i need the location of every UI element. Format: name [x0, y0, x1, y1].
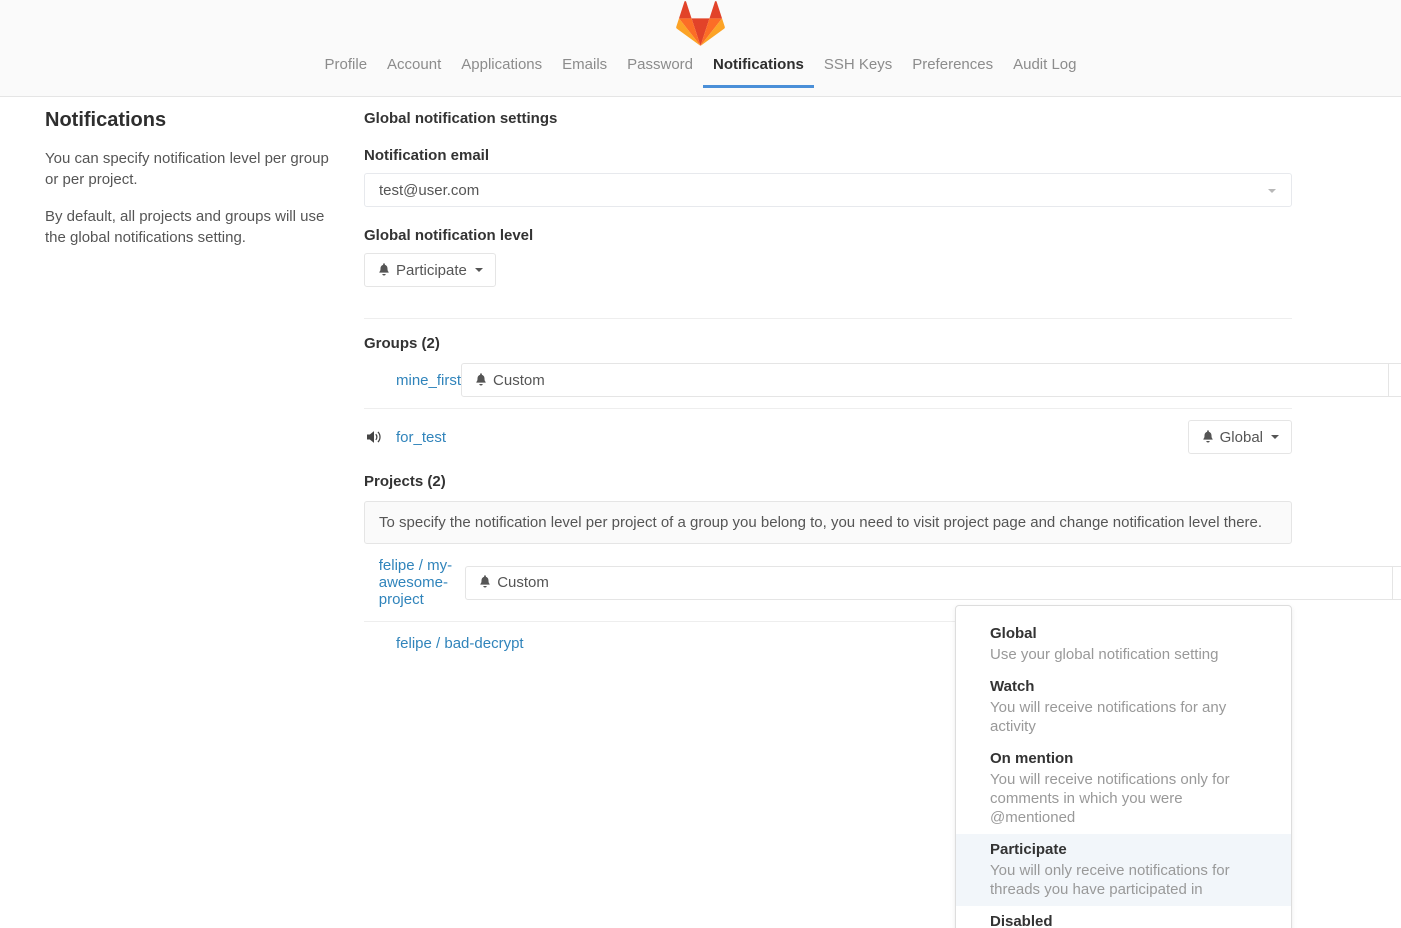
dropdown-item-desc: You will receive notifications for any a…	[990, 698, 1267, 736]
dropdown-item-desc: You will receive notifications only for …	[990, 770, 1267, 827]
group-mine-first-level-button[interactable]: Custom	[461, 363, 1389, 397]
dropdown-item-desc: You will only receive notifications for …	[990, 861, 1267, 899]
page-title: Notifications	[45, 109, 332, 132]
sidebar-description-2: By default, all projects and groups will…	[45, 206, 332, 248]
projects-title: Projects (2)	[364, 473, 1292, 490]
sidebar-description-1: You can specify notification level per g…	[45, 148, 332, 190]
dropdown-item-title: Participate	[990, 840, 1267, 860]
dropdown-item-global[interactable]: Global Use your global notification sett…	[956, 618, 1291, 671]
dropdown-item-title: Disabled	[990, 912, 1267, 928]
notifications-sidebar: Notifications You can specify notificati…	[45, 97, 364, 665]
tab-profile[interactable]: Profile	[315, 46, 378, 88]
global-level-button-label: Participate	[396, 262, 467, 279]
select-caret-icon	[1268, 189, 1276, 193]
project-level-split-button: Custom	[465, 566, 1401, 600]
section-divider	[364, 318, 1292, 319]
notification-level-dropdown: Global Use your global notification sett…	[955, 605, 1292, 928]
caret-down-icon	[475, 268, 483, 272]
tab-applications[interactable]: Applications	[451, 46, 552, 88]
group-row-mine-first: mine_first Custom	[364, 352, 1292, 409]
bell-icon	[474, 371, 488, 390]
dropdown-item-on-mention[interactable]: On mention You will receive notification…	[956, 743, 1291, 834]
group-link-mine-first[interactable]: mine_first	[396, 372, 461, 389]
tab-password[interactable]: Password	[617, 46, 703, 88]
notification-email-label: Notification email	[364, 147, 1292, 164]
tab-emails[interactable]: Emails	[552, 46, 617, 88]
global-level-button[interactable]: Participate	[364, 253, 496, 287]
global-settings-title: Global notification settings	[364, 110, 1292, 127]
group-level-label: Custom	[493, 372, 545, 389]
caret-down-icon	[1271, 435, 1279, 439]
tab-preferences[interactable]: Preferences	[902, 46, 1003, 88]
group-level-split-button: Custom	[461, 363, 1401, 397]
bell-icon	[478, 573, 492, 592]
profile-settings-header: Profile Account Applications Emails Pass…	[0, 0, 1401, 97]
group-row-for-test: for_test Global	[364, 409, 1292, 465]
groups-title: Groups (2)	[364, 335, 1292, 352]
dropdown-item-disabled[interactable]: Disabled You will not get any notificati…	[956, 906, 1291, 928]
project-link-bad-decrypt[interactable]: felipe / bad-decrypt	[396, 635, 524, 652]
tab-notifications[interactable]: Notifications	[703, 46, 814, 88]
group-level-label: Global	[1220, 429, 1263, 446]
notification-email-select[interactable]: test@user.com	[364, 173, 1292, 207]
tab-ssh-keys[interactable]: SSH Keys	[814, 46, 902, 88]
gitlab-logo-icon	[676, 1, 725, 46]
project-link-my-awesome-project[interactable]: felipe / my-awesome-project	[379, 557, 465, 608]
group-mine-first-caret-button[interactable]	[1389, 363, 1401, 397]
group-link-for-test[interactable]: for_test	[396, 429, 446, 446]
settings-nav: Profile Account Applications Emails Pass…	[0, 46, 1401, 88]
notifications-main: Global notification settings Notificatio…	[364, 97, 1292, 665]
dropdown-item-participate[interactable]: Participate You will only receive notifi…	[956, 834, 1291, 906]
projects-note: To specify the notification level per pr…	[364, 501, 1292, 544]
project-level-label: Custom	[497, 574, 549, 591]
volume-up-icon	[364, 430, 396, 444]
project-my-awesome-level-button[interactable]: Custom	[465, 566, 1393, 600]
dropdown-item-title: Watch	[990, 677, 1267, 697]
notification-email-value: test@user.com	[379, 182, 479, 199]
dropdown-item-desc: Use your global notification setting	[990, 645, 1267, 664]
bell-icon	[377, 261, 391, 280]
tab-account[interactable]: Account	[377, 46, 451, 88]
tab-audit-log[interactable]: Audit Log	[1003, 46, 1086, 88]
bell-icon	[1201, 428, 1215, 447]
dropdown-item-watch[interactable]: Watch You will receive notifications for…	[956, 671, 1291, 743]
project-my-awesome-caret-button[interactable]	[1393, 566, 1401, 600]
notification-level-label: Global notification level	[364, 227, 1292, 244]
group-for-test-level-button[interactable]: Global	[1188, 420, 1292, 454]
dropdown-item-title: On mention	[990, 749, 1267, 769]
dropdown-item-title: Global	[990, 624, 1267, 644]
